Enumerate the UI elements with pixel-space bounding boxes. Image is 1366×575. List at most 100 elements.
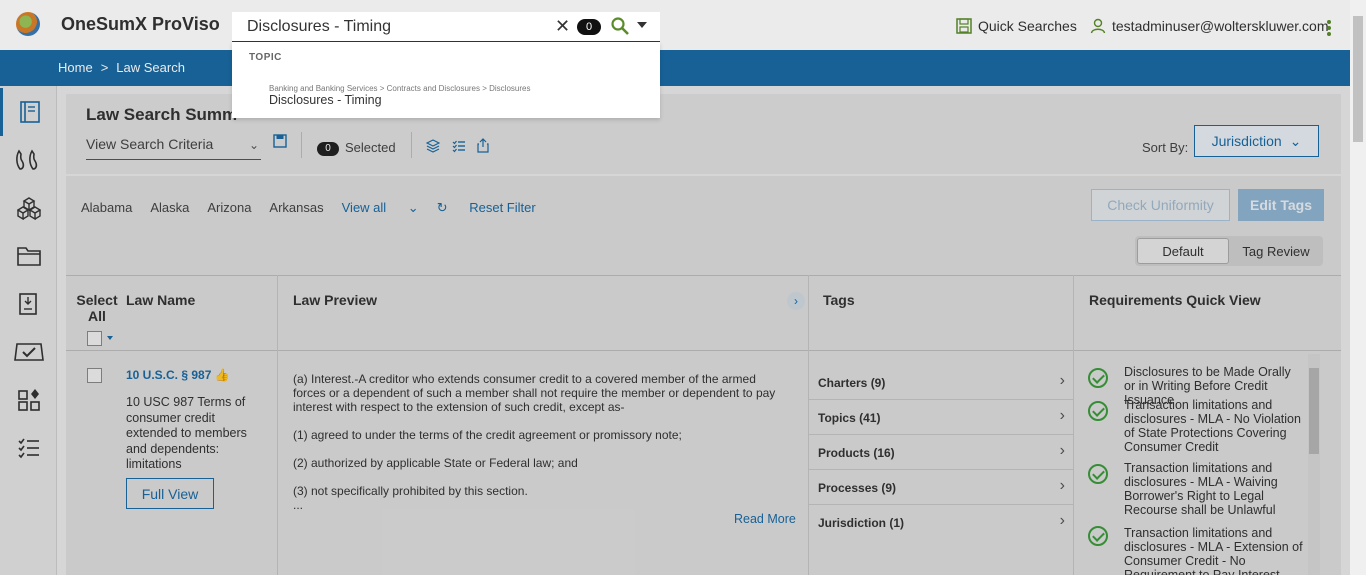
tag-row-processes[interactable]: Processes (9) › <box>809 470 1073 505</box>
filter-state-arizona[interactable]: Arizona <box>207 200 251 216</box>
chevron-right-icon: › <box>1059 407 1065 424</box>
search-bar: ✕ 0 <box>232 12 660 42</box>
sidebar-item-checklist[interactable] <box>0 424 57 472</box>
document-edit-icon <box>18 293 37 315</box>
breadcrumb-current: Law Search <box>116 60 185 75</box>
sidebar-item-folders[interactable] <box>0 232 57 280</box>
header-law-preview: Law Preview <box>293 292 378 308</box>
preview-ellipsis: ... <box>293 498 304 512</box>
preview-paragraph: (2) authorized by applicable State or Fe… <box>293 456 578 470</box>
filter-state-arkansas[interactable]: Arkansas <box>269 200 323 216</box>
check-circle-icon <box>1088 368 1108 388</box>
preview-paragraph: (1) agreed to under the terms of the cre… <box>293 428 682 442</box>
law-name-text: 10 U.S.C. § 987 <box>126 368 212 382</box>
full-view-button[interactable]: Full View <box>126 478 214 509</box>
suggestion-group-heading: TOPIC <box>249 52 282 63</box>
expand-preview-chevron-icon[interactable]: › <box>787 292 805 310</box>
row-checkbox[interactable] <box>87 368 102 383</box>
quick-searches-button[interactable]: Quick Searches <box>956 18 1077 34</box>
table-header: Select All Law Name Law Preview Tags Req… <box>66 275 1341 351</box>
select-menu-caret-icon[interactable] <box>107 336 113 340</box>
sidebar-item-law-search[interactable] <box>0 88 57 136</box>
check-uniformity-button[interactable]: Check Uniformity <box>1091 189 1230 221</box>
breadcrumb-bar: Home > Law Search <box>0 50 1350 86</box>
user-menu[interactable]: testadminuser@wolterskluwer.com <box>1090 18 1329 34</box>
results-panel: Alabama Alaska Arizona Arkansas View all… <box>66 176 1341 575</box>
suggestion-path: Banking and Banking Services > Contracts… <box>269 84 531 93</box>
view-toggle: Default Tag Review <box>1135 236 1323 266</box>
folder-icon <box>16 247 41 266</box>
header-requirements: Requirements Quick View <box>1089 292 1261 308</box>
view-all-button[interactable]: View all ⌄ <box>342 200 419 216</box>
app-logo-icon[interactable] <box>16 12 40 36</box>
close-icon[interactable]: ✕ <box>555 16 570 37</box>
edit-tags-button[interactable]: Edit Tags <box>1238 189 1324 221</box>
requirement-text: Transaction limitations and disclosures … <box>1124 526 1303 575</box>
toggle-tag-review[interactable]: Tag Review <box>1231 238 1321 264</box>
reset-filter-button[interactable]: ↻ Reset Filter <box>437 200 554 216</box>
law-name-link[interactable]: 10 U.S.C. § 987 👍 <box>126 368 230 382</box>
search-icon[interactable] <box>610 16 630 36</box>
tag-label: Topics (41) <box>818 411 881 425</box>
requirements-scrollbar-thumb[interactable] <box>1309 368 1319 454</box>
tag-row-products[interactable]: Products (16) › <box>809 435 1073 470</box>
check-circle-icon <box>1088 526 1108 546</box>
chevron-right-icon: › <box>1059 512 1065 529</box>
select-all-checkbox[interactable] <box>87 331 102 346</box>
sidebar-item-tasks[interactable] <box>0 328 57 376</box>
jurisdiction-filters: Alabama Alaska Arizona Arkansas View all… <box>81 200 572 216</box>
chevron-right-icon: › <box>1059 372 1065 389</box>
tag-row-topics[interactable]: Topics (41) › <box>809 400 1073 435</box>
filter-state-alaska[interactable]: Alaska <box>150 200 189 216</box>
sort-by-select[interactable]: Jurisdiction ⌄ <box>1194 125 1319 157</box>
list-check-icon[interactable] <box>452 139 466 153</box>
app-title: OneSumX ProViso <box>61 14 220 34</box>
top-bar: OneSumX ProViso Quick Searches testadmin… <box>0 0 1350 50</box>
read-more-link[interactable]: Read More <box>734 512 796 526</box>
view-search-criteria-select[interactable]: View Search Criteria ⌄ <box>86 134 261 160</box>
tag-label: Jurisdiction (1) <box>818 516 905 530</box>
chevron-down-icon: ⌄ <box>248 138 259 152</box>
checklist-icon <box>17 438 39 459</box>
search-options-caret-icon[interactable] <box>637 22 647 28</box>
suggestion-title: Disclosures - Timing <box>269 93 382 107</box>
export-icon[interactable] <box>477 138 489 153</box>
tag-row-charters[interactable]: Charters (9) › <box>809 365 1073 400</box>
quote-icon <box>15 149 37 170</box>
sidebar-item-quotes[interactable] <box>0 136 57 184</box>
more-menu-icon[interactable] <box>1327 20 1333 36</box>
requirement-item[interactable]: Transaction limitations and disclosures … <box>1088 526 1313 575</box>
sidebar-item-dashboard[interactable] <box>0 376 57 424</box>
thumbs-up-icon[interactable]: 👍 <box>215 368 230 382</box>
tag-label: Charters (9) <box>818 376 886 390</box>
chevron-right-icon: › <box>1059 477 1065 494</box>
check-circle-icon <box>1088 464 1108 484</box>
window-scrollbar[interactable] <box>1350 0 1366 575</box>
save-icon[interactable] <box>273 134 287 148</box>
book-icon <box>20 101 40 123</box>
selected-label: Selected <box>345 140 396 155</box>
criteria-label: View Search Criteria <box>86 136 214 152</box>
requirement-text: Transaction limitations and disclosures … <box>1124 398 1301 454</box>
header-select-all: Select All <box>76 292 118 324</box>
user-email: testadminuser@wolterskluwer.com <box>1112 18 1329 34</box>
sidebar-item-documents[interactable] <box>0 280 57 328</box>
chevron-right-icon: › <box>1059 442 1065 459</box>
cubes-icon <box>16 197 41 220</box>
breadcrumb-separator: > <box>100 60 109 75</box>
law-description: 10 USC 987 Terms of consumer credit exte… <box>126 395 247 471</box>
user-icon <box>1090 18 1106 34</box>
layers-icon[interactable] <box>426 139 440 153</box>
filter-state-alabama[interactable]: Alabama <box>81 200 132 216</box>
tag-row-jurisdiction[interactable]: Jurisdiction (1) › <box>809 505 1073 540</box>
breadcrumb: Home > Law Search <box>58 60 185 75</box>
law-preview-text: (a) Interest.-A creditor who extends con… <box>293 372 783 526</box>
toggle-default[interactable]: Default <box>1137 238 1229 264</box>
window-scrollbar-thumb[interactable] <box>1353 16 1363 142</box>
tag-label: Processes (9) <box>818 481 897 495</box>
sidebar-item-products[interactable] <box>0 184 57 232</box>
breadcrumb-home[interactable]: Home <box>58 60 93 75</box>
refresh-icon: ↻ <box>436 200 448 215</box>
sort-value: Jurisdiction <box>1211 133 1282 149</box>
search-input[interactable] <box>247 16 547 38</box>
